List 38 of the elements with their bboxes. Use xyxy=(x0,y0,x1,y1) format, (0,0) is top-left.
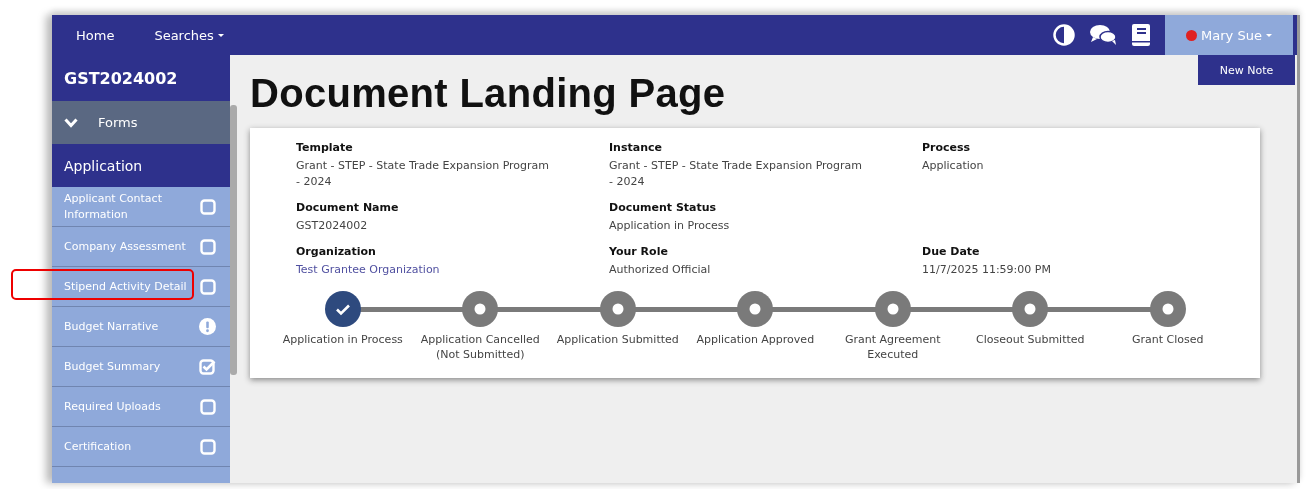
step-label: Grant Agreement Executed xyxy=(843,331,942,363)
field-label: Process xyxy=(922,140,971,156)
step-label: Application in Process xyxy=(282,331,403,347)
field-label: Organization xyxy=(296,243,376,260)
field-link[interactable]: Test Grantee Organization xyxy=(296,261,440,278)
field-label: Due Date xyxy=(922,243,980,260)
document-id: GST2024002 xyxy=(52,55,230,101)
book-icon[interactable] xyxy=(1131,23,1151,47)
field-label: Template xyxy=(296,140,353,156)
step-label: Application Submitted xyxy=(556,331,679,347)
contrast-icon[interactable] xyxy=(1053,24,1075,46)
forms-section-header[interactable]: Forms xyxy=(52,101,230,144)
sidebar-item[interactable]: Budget Summary xyxy=(52,347,230,387)
sidebar-item[interactable]: Budget Narrative xyxy=(52,307,230,347)
field-value: Application in Process xyxy=(609,217,731,234)
nav-link[interactable]: Home xyxy=(76,27,115,43)
new-note-button[interactable]: New Note xyxy=(1198,55,1295,85)
field-label: Instance xyxy=(609,140,662,156)
field-value: GST2024002 xyxy=(296,217,369,234)
chevron-down-icon xyxy=(64,117,78,128)
field-value: Grant - STEP - State Trade Expansion Program - 2024 xyxy=(296,157,551,190)
field-value: Grant - STEP - State Trade Expansion Program - 2024 xyxy=(609,157,864,190)
field-value: 11/7/2025 11:59:00 PM xyxy=(922,261,1052,278)
field-label: Document Name xyxy=(296,199,399,216)
field-value: Application xyxy=(922,157,985,174)
field-value: Authorized Official xyxy=(609,261,712,278)
status-dot xyxy=(1186,29,1198,41)
step-label: Closeout Submitted xyxy=(975,331,1085,347)
chat-icon[interactable] xyxy=(1089,24,1117,46)
step-label: Application Approved xyxy=(696,331,815,347)
step-label: Application Cancelled (Not Submitted) xyxy=(419,331,541,363)
page-title: Document Landing Page xyxy=(250,71,726,116)
nav-link[interactable]: Searches xyxy=(154,27,224,43)
step-label: Grant Closed xyxy=(1132,331,1204,347)
field-label: Document Status xyxy=(609,199,717,216)
field-label: Your Role xyxy=(609,243,668,260)
user-menu[interactable]: Mary Sue xyxy=(1165,15,1293,55)
form-group-header[interactable]: Application xyxy=(52,144,230,187)
